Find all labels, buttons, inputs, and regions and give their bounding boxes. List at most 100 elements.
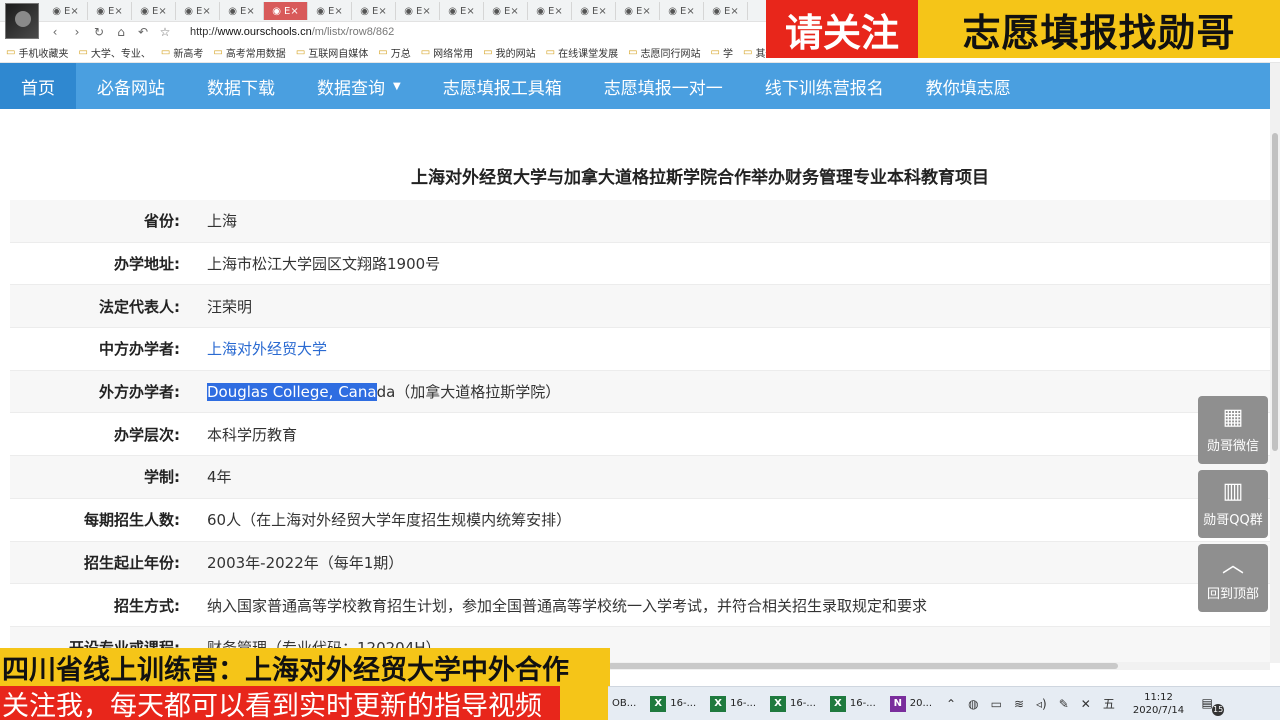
tab-favicon-icon: ◉: [140, 5, 149, 17]
scrollbar-thumb[interactable]: [1272, 133, 1278, 451]
network-icon[interactable]: ◍: [968, 697, 978, 711]
browser-tab[interactable]: ◉ E ×: [88, 2, 132, 20]
bottom-banner-headline: 四川省线上训练营：上海对外经贸大学中外合作: [0, 648, 610, 686]
ime-indicator[interactable]: 五: [1103, 695, 1115, 712]
nav-item-label: 首页: [21, 78, 55, 99]
tab-close-icon[interactable]: ×: [642, 6, 650, 17]
back-icon[interactable]: ‹: [44, 25, 66, 39]
bookmark-item[interactable]: ▭ 我的网站: [483, 45, 535, 60]
tab-close-icon[interactable]: ×: [290, 6, 298, 17]
browser-tab[interactable]: ◉ E ×: [572, 2, 616, 20]
browser-tab[interactable]: ◉ E ×: [396, 2, 440, 20]
taskbar-app-label: 20...: [909, 698, 933, 709]
forward-icon[interactable]: ›: [66, 25, 88, 39]
tab-favicon-icon: ◉: [360, 5, 369, 17]
tab-close-icon[interactable]: ×: [246, 6, 254, 17]
tab-close-icon[interactable]: ×: [158, 6, 166, 17]
browser-tab[interactable]: ◉ E ×: [528, 2, 572, 20]
info-row: 每期招生人数: 60人（在上海对外经贸大学年度招生规模内统筹安排）: [10, 499, 1270, 542]
browser-tab[interactable]: ◉ E ×: [660, 2, 704, 20]
nav-item-label: 数据下载: [207, 78, 275, 99]
bookmark-item[interactable]: ▭ 学: [711, 45, 733, 60]
group-icon: ▥: [1222, 478, 1244, 504]
tab-close-icon[interactable]: ×: [730, 6, 738, 17]
nav-item[interactable]: 志愿填报工具箱: [422, 63, 583, 109]
browser-tab[interactable]: ◉ E ×: [176, 2, 220, 20]
keyboard-icon[interactable]: ▭: [991, 697, 1002, 711]
browser-tab[interactable]: ◉ E ×: [308, 2, 352, 20]
tab-close-icon[interactable]: ×: [378, 6, 386, 17]
tab-close-icon[interactable]: ×: [598, 6, 606, 17]
browser-tab[interactable]: ◉ E ×: [44, 2, 88, 20]
reload-icon[interactable]: ↻: [88, 25, 110, 39]
volume-icon[interactable]: ◃): [1036, 697, 1047, 711]
url-field[interactable]: http://www.ourschools.cn/m/listx/row8/86…: [190, 26, 394, 38]
taskbar-app[interactable]: OB...: [612, 698, 636, 709]
pen-icon[interactable]: ✎: [1059, 697, 1069, 711]
taskbar-app[interactable]: X 16-...: [829, 695, 876, 712]
bookmark-item[interactable]: ▭ 互联网自媒体: [296, 45, 368, 60]
tab-close-icon[interactable]: ×: [202, 6, 210, 17]
bookmark-item[interactable]: ▭ 大学、专业、: [78, 45, 150, 60]
clock-time: 11:12: [1144, 691, 1173, 703]
browser-tab[interactable]: ◉ E ×: [220, 2, 264, 20]
taskbar-app[interactable]: X 16-...: [770, 695, 816, 712]
nav-item[interactable]: 数据查询 ▼: [296, 63, 422, 109]
hscrollbar-thumb[interactable]: [608, 663, 1118, 669]
excel-icon: X: [829, 695, 846, 712]
nav-item[interactable]: 志愿填报一对一: [583, 63, 744, 109]
bookmark-star-icon[interactable]: ☆: [154, 25, 176, 39]
bookmark-item[interactable]: ▭ 新高考: [161, 45, 203, 60]
tab-favicon-icon: ◉: [52, 5, 61, 17]
tab-close-icon[interactable]: ×: [466, 6, 474, 17]
browser-tab[interactable]: ◉ E ×: [616, 2, 660, 20]
tab-close-icon[interactable]: ×: [70, 6, 78, 17]
wifi-icon[interactable]: ≋: [1014, 697, 1024, 711]
taskbar-app[interactable]: X 16-...: [650, 695, 696, 712]
tab-close-icon[interactable]: ×: [334, 6, 342, 17]
browser-tab[interactable]: ◉ E ×: [704, 2, 748, 20]
nav-item[interactable]: 数据下载: [186, 63, 296, 109]
avatar[interactable]: [5, 3, 39, 39]
info-row: 中方办学者: 上海对外经贸大学: [10, 328, 1270, 371]
folder-icon: ▭: [742, 47, 753, 58]
notification-icon[interactable]: ▤ 15: [1198, 696, 1225, 716]
undo-icon[interactable]: ↶: [132, 25, 154, 39]
bookmark-item[interactable]: ▭ 万总: [378, 45, 410, 60]
bookmark-item[interactable]: ▭ 在线课堂发展: [546, 45, 618, 60]
browser-tab[interactable]: ◉ E ×: [352, 2, 396, 20]
folder-icon: ▭: [545, 47, 556, 58]
info-label: 每期招生人数:: [84, 511, 180, 530]
chinese-partner-link[interactable]: 上海对外经贸大学: [207, 338, 327, 359]
bookmark-item[interactable]: ▭ 网络常用: [421, 45, 473, 60]
tab-close-icon[interactable]: ×: [554, 6, 562, 17]
nav-item[interactable]: 教你填志愿: [905, 63, 1032, 109]
qq-group-widget[interactable]: ▥ 勋哥QQ群: [1198, 470, 1268, 538]
tab-close-icon[interactable]: ×: [422, 6, 430, 17]
vertical-scrollbar[interactable]: [1270, 63, 1280, 663]
browser-tab[interactable]: ◉ E ×: [264, 2, 308, 20]
back-to-top-widget[interactable]: ︿ 回到顶部: [1198, 544, 1268, 612]
system-clock[interactable]: 11:12 2020/7/14: [1133, 691, 1184, 717]
horizontal-scrollbar[interactable]: [608, 662, 1270, 670]
info-label: 中方办学者:: [99, 340, 180, 359]
browser-tab[interactable]: ◉ E ×: [484, 2, 528, 20]
tab-close-icon[interactable]: ×: [686, 6, 694, 17]
tab-close-icon[interactable]: ×: [510, 6, 518, 17]
chevron-up-icon[interactable]: ⌃: [946, 697, 956, 711]
wechat-widget[interactable]: ▦ 勋哥微信: [1198, 396, 1268, 464]
home-icon[interactable]: ⌂: [110, 25, 132, 39]
nav-item[interactable]: 必备网站: [76, 63, 186, 109]
info-row: 招生起止年份: 2003年-2022年（每年1期）: [10, 541, 1270, 585]
nav-item[interactable]: 线下训练营报名: [744, 63, 905, 109]
taskbar-app[interactable]: X 16-...: [710, 695, 756, 712]
tab-close-icon[interactable]: ×: [114, 6, 122, 17]
nav-item[interactable]: 首页: [0, 63, 76, 109]
bookmark-item[interactable]: ▭ 手机收藏夹: [6, 45, 68, 60]
taskbar-app[interactable]: N 20...: [889, 695, 933, 712]
close-icon[interactable]: ✕: [1081, 697, 1091, 711]
bookmark-item[interactable]: ▭ 志愿同行网站: [628, 45, 700, 60]
bookmark-item[interactable]: ▭ 高考常用数据: [213, 45, 285, 60]
browser-tab[interactable]: ◉ E ×: [440, 2, 484, 20]
browser-tab[interactable]: ◉ E ×: [132, 2, 176, 20]
